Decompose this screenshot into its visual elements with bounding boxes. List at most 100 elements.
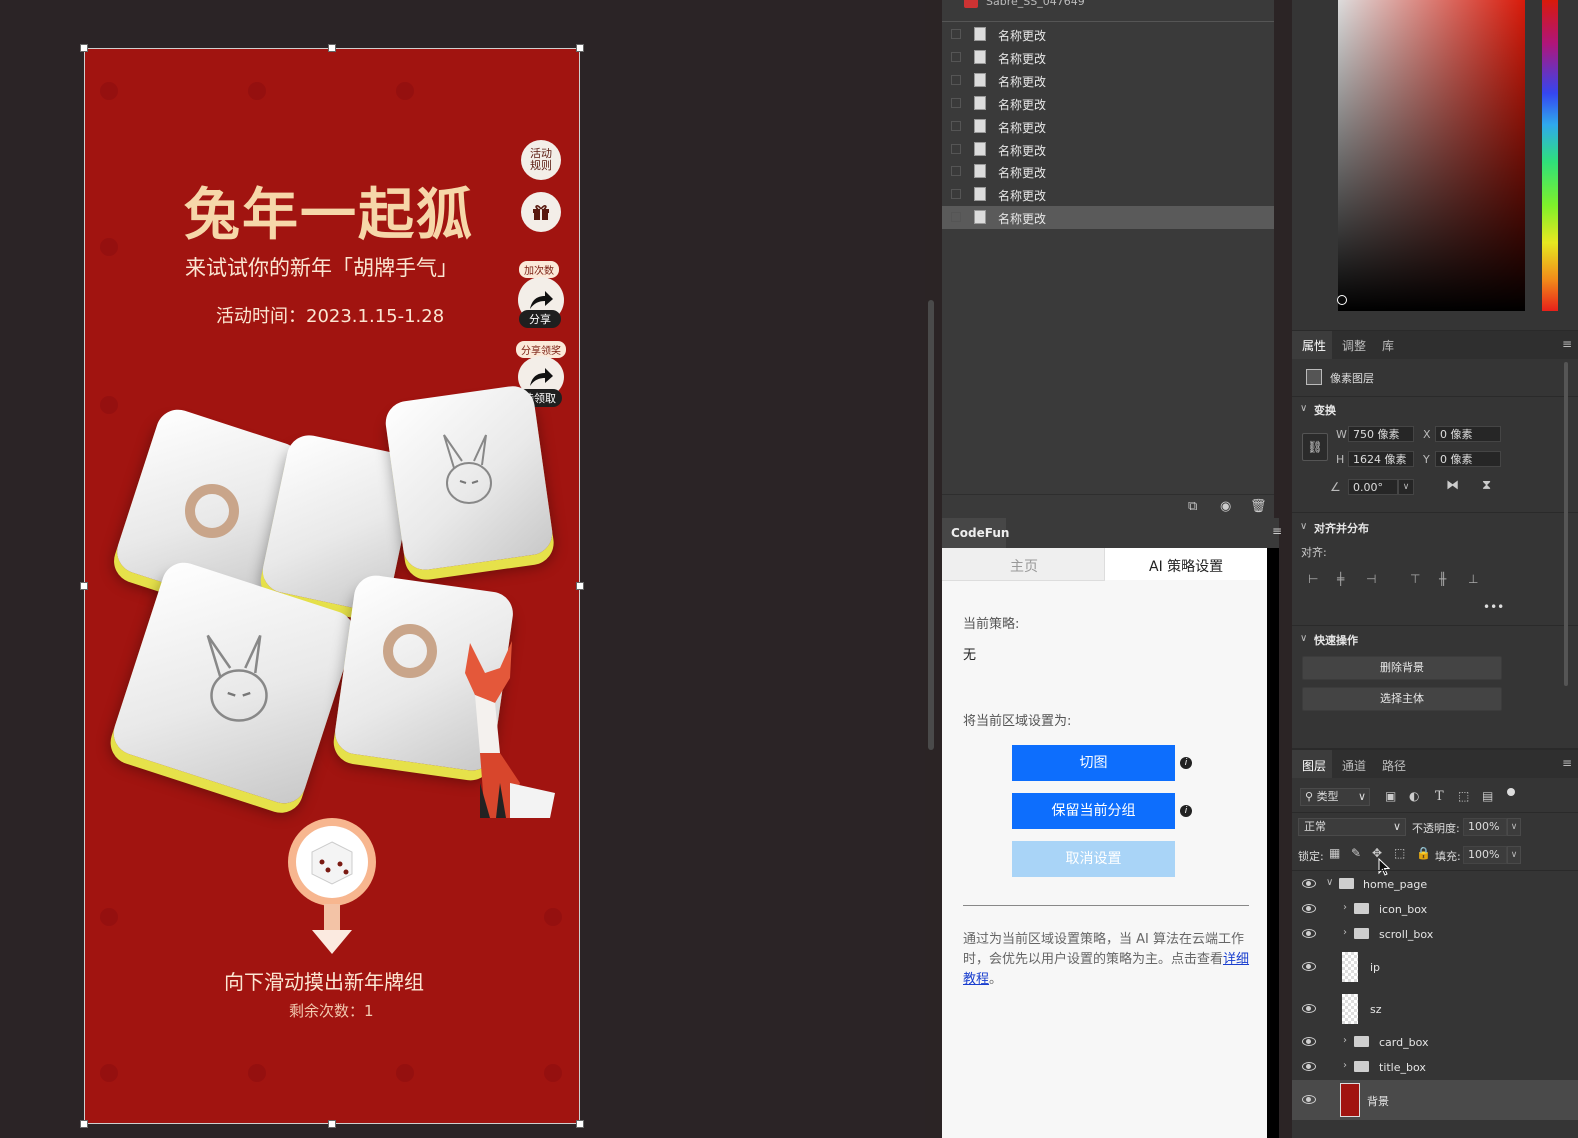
filter-shape-icon[interactable]: ⬚ — [1458, 789, 1469, 803]
history-checkbox[interactable] — [951, 166, 961, 177]
layer-title-box[interactable]: › title_box — [1292, 1055, 1578, 1080]
lock-all-icon[interactable]: 🔒 — [1416, 846, 1431, 860]
rules-button[interactable]: 活动 规则 — [521, 140, 561, 180]
align-bottom-icon[interactable]: ⊥ — [1468, 572, 1478, 586]
filter-pixel-icon[interactable]: ▣ — [1385, 789, 1396, 803]
transform-handle[interactable] — [80, 582, 88, 590]
color-field[interactable] — [1338, 0, 1525, 311]
align-top-icon[interactable]: ⊤ — [1410, 572, 1420, 586]
camera-icon[interactable]: ◉ — [1220, 499, 1231, 514]
layer-card-box[interactable]: › card_box — [1292, 1030, 1578, 1055]
keep-group-button[interactable]: 保留当前分组 — [1012, 793, 1175, 829]
history-checkbox[interactable] — [951, 212, 961, 223]
history-item[interactable]: 名称更改 — [942, 138, 1274, 161]
angle-dropdown[interactable]: ∨ — [1398, 479, 1414, 495]
x-field[interactable]: 0 像素 — [1435, 426, 1501, 442]
chevron-right-icon[interactable]: › — [1343, 927, 1347, 938]
tab-paths[interactable]: 路径 — [1382, 757, 1406, 774]
history-item[interactable]: 名称更改 — [942, 115, 1274, 138]
new-doc-icon[interactable]: ⧉ — [1188, 499, 1197, 514]
layer-home-page[interactable]: ∨ home_page — [1292, 872, 1578, 897]
chevron-down-icon[interactable]: ∨ — [1326, 877, 1333, 888]
align-left-icon[interactable]: ⊢ — [1308, 572, 1318, 586]
filter-adjustment-icon[interactable]: ◐ — [1409, 789, 1419, 803]
canvas-scrollbar[interactable] — [928, 300, 934, 750]
cancel-setting-button[interactable]: 取消设置 — [1012, 841, 1175, 877]
transform-handle[interactable] — [328, 1120, 336, 1128]
history-item[interactable]: 名称更改 — [942, 69, 1274, 92]
transform-handle[interactable] — [80, 44, 88, 52]
history-snapshot-name[interactable]: Sabre_SS_047649 — [986, 0, 1085, 8]
chevron-down-icon[interactable]: ∨ — [1300, 403, 1307, 414]
history-checkbox[interactable] — [951, 29, 961, 39]
history-item[interactable]: 名称更改 — [942, 92, 1274, 115]
fill-dropdown[interactable]: ∨ — [1507, 846, 1521, 864]
info-icon[interactable]: i — [1180, 757, 1192, 769]
tab-properties[interactable]: 属性 — [1302, 337, 1326, 354]
history-item[interactable]: 名称更改 — [942, 206, 1274, 230]
layer-scroll-box[interactable]: › scroll_box — [1292, 922, 1578, 947]
chevron-right-icon[interactable]: › — [1343, 1035, 1347, 1046]
filter-toggle-icon[interactable] — [1507, 788, 1515, 796]
transform-handle[interactable] — [328, 44, 336, 52]
panel-menu-icon[interactable]: ≡ — [1562, 756, 1572, 770]
eye-icon[interactable] — [1302, 904, 1316, 913]
tab-adjustments[interactable]: 调整 — [1342, 337, 1366, 354]
history-checkbox[interactable] — [951, 51, 961, 62]
chevron-right-icon[interactable]: › — [1343, 902, 1347, 913]
fill-field[interactable]: 100% — [1463, 846, 1507, 864]
history-item[interactable]: 名称更改 — [942, 46, 1274, 69]
layer-icon-box[interactable]: › icon_box — [1292, 897, 1578, 922]
link-icon[interactable]: ⛓ — [1302, 433, 1328, 461]
history-checkbox[interactable] — [951, 74, 961, 85]
lock-transparent-icon[interactable]: ▦ — [1329, 846, 1340, 860]
history-item[interactable]: 名称更改 — [942, 23, 1274, 46]
width-field[interactable]: 750 像素 — [1348, 426, 1414, 442]
history-checkbox[interactable] — [951, 143, 961, 154]
layer-background[interactable]: 背景 — [1292, 1080, 1578, 1120]
history-checkbox[interactable] — [951, 189, 961, 200]
color-picker-cursor[interactable] — [1337, 295, 1347, 305]
codefun-title[interactable]: CodeFun — [951, 526, 1009, 540]
layer-sz[interactable]: sz — [1292, 990, 1578, 1028]
chevron-down-icon[interactable]: ∨ — [1300, 633, 1307, 644]
eye-icon[interactable] — [1302, 1062, 1316, 1071]
properties-scrollbar[interactable] — [1564, 362, 1568, 686]
transform-handle[interactable] — [576, 44, 584, 52]
blend-mode-select[interactable]: 正常 ∨ — [1298, 818, 1406, 836]
flip-horizontal-icon[interactable]: ⧓ — [1446, 478, 1459, 493]
history-checkbox[interactable] — [951, 97, 961, 108]
eye-icon[interactable] — [1302, 1095, 1316, 1104]
tab-ai-strategy[interactable]: AI 策略设置 — [1105, 548, 1267, 580]
transform-handle[interactable] — [80, 1120, 88, 1128]
info-icon[interactable]: i — [1180, 805, 1192, 817]
trash-icon[interactable]: 🗑 — [1250, 499, 1267, 514]
canvas-area[interactable]: 兔年一起狐 来试试你的新年「胡牌手气」 活动时间：2023.1.15-1.28 … — [0, 0, 925, 1138]
chevron-down-icon[interactable]: ∨ — [1300, 521, 1307, 532]
opacity-field[interactable]: 100% — [1463, 818, 1507, 836]
transform-handle[interactable] — [576, 1120, 584, 1128]
tab-home[interactable]: 主页 — [942, 548, 1105, 581]
transform-header[interactable]: 变换 — [1314, 402, 1336, 418]
eye-icon[interactable] — [1302, 962, 1316, 971]
align-right-icon[interactable]: ⊣ — [1366, 572, 1376, 586]
panel-menu-icon[interactable]: ≡ — [1272, 524, 1282, 538]
history-checkbox[interactable] — [951, 120, 961, 131]
align-vcenter-icon[interactable]: ╫ — [1439, 572, 1446, 586]
tab-libraries[interactable]: 库 — [1382, 337, 1394, 354]
dice-button[interactable] — [288, 818, 376, 906]
lock-artboard-icon[interactable]: ⬚ — [1394, 846, 1405, 860]
remove-background-button[interactable]: 删除背景 — [1302, 656, 1502, 680]
artboard[interactable]: 兔年一起狐 来试试你的新年「胡牌手气」 活动时间：2023.1.15-1.28 … — [84, 48, 580, 1124]
transform-handle[interactable] — [576, 582, 584, 590]
hue-slider[interactable] — [1542, 0, 1558, 311]
chevron-right-icon[interactable]: › — [1343, 1060, 1347, 1071]
height-field[interactable]: 1624 像素 — [1348, 451, 1414, 467]
layer-ip[interactable]: ip — [1292, 948, 1578, 986]
angle-field[interactable]: 0.00° — [1348, 479, 1398, 495]
filter-smart-icon[interactable]: ▤ — [1482, 789, 1493, 803]
select-subject-button[interactable]: 选择主体 — [1302, 687, 1502, 711]
flip-vertical-icon[interactable]: ⧗ — [1482, 478, 1491, 493]
eye-icon[interactable] — [1302, 929, 1316, 938]
filter-type-icon[interactable]: T — [1435, 789, 1444, 804]
